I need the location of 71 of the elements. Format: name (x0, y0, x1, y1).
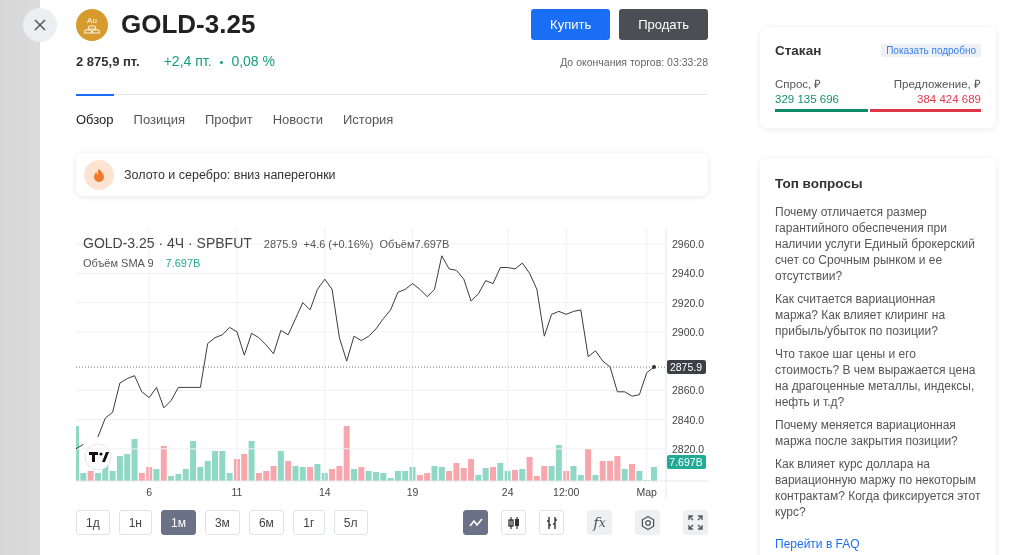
tab[interactable]: Новости (272, 94, 323, 128)
tab[interactable]: История (343, 94, 394, 128)
period-button[interactable]: 3м (204, 510, 240, 535)
faq-question[interactable]: Почему отличается размер гарантийного обеспечения при наличии услуги Единый брокерский счет со Срочным рынком и ее отсутствии? (775, 204, 981, 284)
price-change: +2,4 пт. (163, 53, 212, 69)
card-title: Стакан (775, 43, 822, 58)
bar-chart-icon (544, 515, 559, 530)
axis-tick-label: 2820.0 (672, 442, 705, 455)
last-price-dot (652, 364, 656, 369)
logo-text: Au (87, 15, 97, 25)
period-button[interactable]: 1н (118, 510, 152, 535)
last-price-tag: 2875.9 (667, 360, 706, 375)
volume-tag: 7.697B (667, 455, 706, 469)
candles-button[interactable] (501, 510, 526, 535)
tab[interactable]: Профит (204, 94, 253, 128)
hexagon-icon (639, 514, 656, 531)
price-change-percent: 0,08 % (231, 53, 275, 69)
axis-tick-label: 24 (501, 486, 514, 498)
card-title: Топ вопросы (775, 176, 863, 191)
settings-button[interactable] (635, 510, 660, 535)
ask-label: Предложение, ₽ (893, 77, 981, 91)
axis-tick-label: 19 (406, 486, 419, 498)
volume-indicator-label: Объём SMA 9 (83, 257, 154, 269)
axis-tick-label: 14 (318, 486, 331, 498)
news-card[interactable]: Золото и серебро: вниз наперегонки (76, 153, 708, 196)
fire-icon (93, 167, 105, 182)
faq-question[interactable]: Как считается вариационная маржа? Как влияет клиринг на прибыль/убыток по позиции? (775, 291, 981, 339)
faq-question[interactable]: Как влияет курс доллара на вариационную маржу по некоторым контрактам? Когда фиксируется этот курс? (775, 456, 981, 520)
axis-tick-label: 6 (146, 486, 153, 498)
fullscreen-icon (688, 515, 703, 530)
price: 2 875,9 пт. (76, 54, 140, 69)
instrument-title: GOLD-3.25 (121, 9, 257, 40)
bid-value: 329 135 696 (775, 93, 839, 105)
faq-question[interactable]: Почему меняется вариационная маржа после закрытия позиции? (775, 417, 981, 449)
candlestick-icon (506, 515, 521, 530)
axis-tick-label: 2920.0 (672, 296, 705, 309)
ingot-icon (84, 24, 100, 34)
bars-button[interactable] (539, 510, 564, 535)
tab[interactable]: Позиция (133, 94, 185, 128)
period-button[interactable]: 1г (292, 510, 325, 535)
axis-tick-label: 11 (231, 486, 243, 498)
axis-tick-label: 2940.0 (672, 267, 705, 280)
chart-legend-values: 2875.9 +4.6 (+0.16%) Объём7.697B (263, 238, 450, 250)
details-link[interactable]: Показать подробно (881, 44, 981, 57)
chart-legend-title: GOLD-3.25 · 4Ч · SPBFUT (83, 235, 252, 251)
line-chart-button[interactable] (463, 510, 488, 535)
axis-tick-label: Мар (636, 486, 657, 498)
buy-button[interactable]: Купить (531, 9, 611, 40)
axis-tick-label: 2840.0 (672, 413, 705, 426)
session-timer: До окончания торгов: 03:33:28 (560, 56, 708, 68)
axis-tick-label: 12:00 (553, 486, 580, 498)
bid-label: Спрос, ₽ (775, 77, 822, 91)
faq-link[interactable]: Перейти в FAQ (775, 537, 860, 551)
tab[interactable]: Обзор (76, 94, 114, 128)
ask-value: 384 424 689 (917, 93, 981, 105)
fullscreen-button[interactable] (683, 510, 708, 535)
period-button[interactable]: 6м (248, 510, 284, 535)
period-button[interactable]: 5л (333, 510, 368, 535)
news-headline: Золото и серебро: вниз наперегонки (124, 167, 336, 182)
axis-tick-label: 2960.0 (672, 238, 705, 251)
axis-tick-label: 2860.0 (672, 384, 705, 397)
period-button[interactable]: 1д (76, 510, 110, 535)
sell-button[interactable]: Продать (619, 9, 708, 40)
close-icon (34, 19, 46, 31)
close-button[interactable] (23, 8, 57, 42)
axis-tick-label: 2900.0 (672, 325, 705, 338)
volume-indicator-value: 7.697B (165, 257, 201, 269)
period-button[interactable]: 1м (161, 510, 196, 535)
separator-dot: • (219, 56, 224, 68)
line-chart-icon (468, 517, 483, 528)
faq-question[interactable]: Что такое шаг цены и его стоимость? В чем выражается цена на драгоценные металлы, индексы, нефть и т.д? (775, 346, 981, 410)
